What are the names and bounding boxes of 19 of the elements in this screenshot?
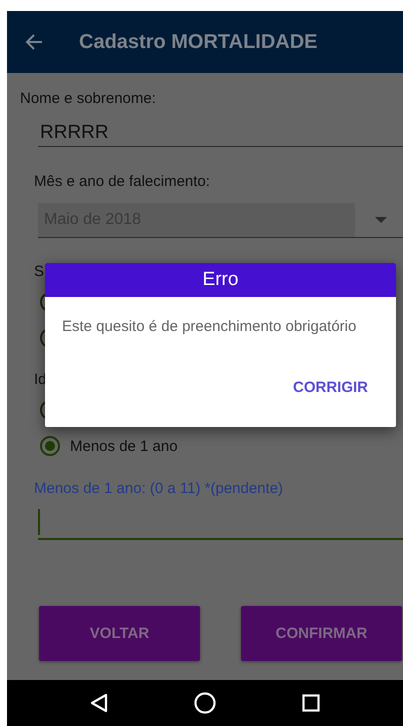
fix-button[interactable]: CORRIGIR (285, 375, 376, 400)
field-label: Nome e sobrenome: (20, 90, 156, 107)
dropdown-caret-icon (375, 216, 387, 222)
home-circle-icon[interactable] (194, 692, 216, 714)
screen-title: Cadastro MORTALIDADE (79, 30, 318, 54)
dialog-title: Erro (45, 263, 396, 297)
recent-apps-square-icon[interactable] (302, 694, 320, 712)
months-input-field[interactable] (38, 506, 403, 540)
back-triangle-icon[interactable] (90, 693, 108, 713)
field-label: Menos de 1 ano: (0 a 11) *(pendente) (34, 480, 284, 497)
radio-button[interactable] (40, 436, 60, 456)
radio-label: Menos de 1 ano (70, 438, 178, 454)
name-input-field[interactable]: RRRRR (38, 118, 403, 147)
back-button[interactable]: VOLTAR (39, 606, 200, 661)
back-arrow-icon[interactable] (25, 33, 43, 51)
field-label: Mês e ano de falecimento: (34, 173, 210, 190)
confirm-button[interactable]: CONFIRMAR (241, 606, 402, 661)
dialog-message: Este quesito é de preenchimento obrigatório (62, 318, 356, 335)
field-label: S (34, 263, 44, 280)
